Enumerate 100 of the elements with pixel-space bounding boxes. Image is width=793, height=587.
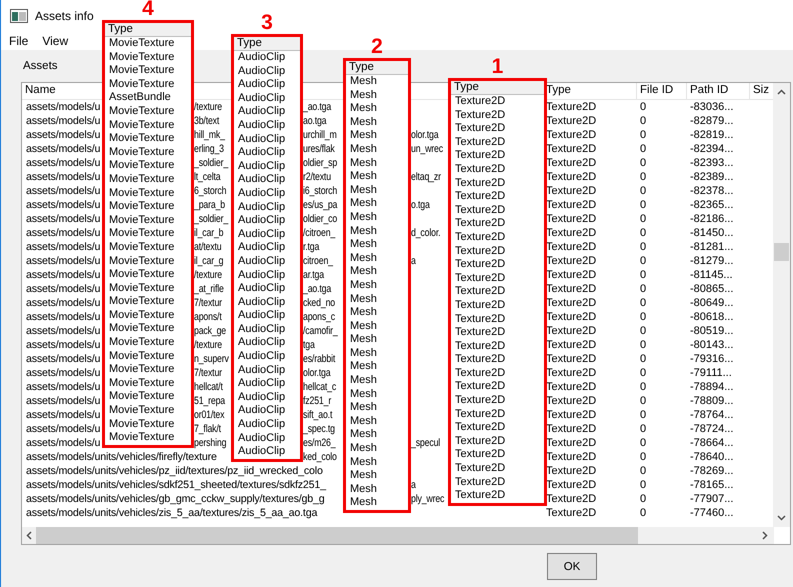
table-cell: urchill_m: [303, 128, 337, 142]
table-cell: Texture2D: [546, 101, 596, 113]
table-cell-text: Mesh: [349, 224, 378, 238]
table-cell-text: Texture2D: [454, 298, 506, 312]
ok-button[interactable]: OK: [547, 553, 597, 580]
table-cell-text: AudioClip: [237, 64, 286, 78]
chevron-left-icon: [26, 531, 32, 540]
table-cell: -82879...: [690, 115, 734, 127]
table-cell: 0: [640, 381, 646, 393]
table-cell: assets/models/u: [26, 128, 100, 142]
table-cell: Texture2D: [546, 423, 596, 435]
table-cell-text: AudioClip: [237, 364, 286, 378]
table-cell-text: Mesh: [349, 333, 378, 347]
table-cell: 7/textur: [194, 296, 222, 310]
table-cell-text: Mesh: [349, 442, 378, 456]
table-cell: Texture2D: [546, 143, 596, 155]
chevron-right-icon: [762, 531, 768, 540]
table-cell-text: MovieTexture: [108, 64, 176, 78]
table-cell: 0: [640, 465, 646, 477]
table-cell: 0: [640, 241, 646, 253]
column-header[interactable]: Siz: [753, 84, 769, 96]
table-cell-text: Texture2D: [454, 489, 506, 503]
table-cell-text: AudioClip: [237, 92, 286, 106]
table-cell-text: Texture2D: [454, 462, 506, 476]
table-cell-text: Texture2D: [454, 366, 506, 380]
menu-item[interactable]: View: [42, 34, 68, 48]
scroll-thumb[interactable]: [774, 243, 790, 261]
table-cell: hill_mk_: [194, 128, 225, 142]
table-cell: assets/models/units/vehicles/sdkf251_sheeted/textures/sdkfz251_: [26, 478, 326, 492]
table-cell-text: Texture2D: [454, 108, 506, 122]
table-cell: ar.tga: [303, 268, 324, 282]
table-cell: ures/flak: [303, 142, 335, 156]
table-cell: Texture2D: [546, 115, 596, 127]
table-cell: 0: [640, 143, 646, 155]
table-cell: assets/models/u: [26, 338, 100, 352]
table-cell-text: AudioClip: [237, 146, 286, 160]
table-cell: -80519...: [690, 325, 734, 337]
column-header[interactable]: Type: [546, 84, 571, 96]
table-cell: Texture2D: [546, 451, 596, 463]
table-cell: or01/tex: [194, 408, 224, 422]
callout-number: 2: [371, 36, 383, 58]
table-cell: -81281...: [690, 241, 734, 253]
column-header[interactable]: Name: [25, 84, 56, 96]
table-cell-text: AudioClip: [237, 105, 286, 119]
table-cell: hellcat/t: [194, 380, 223, 394]
chevron-down-icon: [777, 515, 786, 521]
table-cell: Texture2D: [546, 297, 596, 309]
table-cell-text: Mesh: [349, 210, 378, 225]
table-cell: sift_ao.t: [303, 408, 332, 422]
table-cell: 0: [640, 129, 646, 141]
table-cell: un_wrec: [411, 142, 443, 156]
table-cell: Texture2D: [546, 325, 596, 337]
table-cell: 0: [640, 437, 646, 449]
table-cell-text: Texture2D: [454, 122, 506, 136]
column-header[interactable]: File ID: [640, 84, 674, 96]
table-cell: assets/models/u: [26, 268, 100, 282]
table-cell-text: AudioClip: [237, 390, 286, 404]
vertical-scrollbar[interactable]: [773, 83, 790, 527]
column-header[interactable]: Path ID: [690, 84, 728, 96]
table-cell: 0: [640, 353, 646, 365]
table-cell: /texture: [194, 338, 222, 352]
table-cell: assets/models/u: [26, 198, 100, 212]
table-cell-text: Mesh: [349, 482, 378, 496]
table-cell: 0: [640, 493, 646, 505]
table-cell: 0: [640, 213, 646, 225]
table-cell-text: Mesh: [349, 401, 378, 415]
table-cell-text: AudioClip: [237, 309, 286, 323]
table-cell: 0: [640, 283, 646, 295]
table-cell-text: MovieTexture: [108, 336, 176, 350]
table-cell: assets/models/u: [26, 226, 100, 240]
table-cell: 0: [640, 255, 646, 267]
table-cell: Texture2D: [546, 185, 596, 197]
table-cell: il_car_b: [194, 226, 224, 240]
table-cell-text: Texture2D: [454, 190, 506, 204]
table-cell-text: Texture2D: [454, 285, 506, 299]
table-cell-text: AudioClip: [237, 200, 286, 214]
table-cell: o.tga: [411, 198, 430, 212]
scroll-thumb[interactable]: [36, 527, 638, 544]
callout-number: 1: [492, 56, 504, 78]
table-cell-text: MovieTexture: [108, 146, 176, 160]
table-cell-text: Mesh: [349, 142, 378, 157]
table-cell-text: Mesh: [349, 388, 378, 402]
menu-item[interactable]: File: [9, 34, 28, 48]
table-cell: assets/models/u: [26, 324, 100, 338]
table-cell: 0: [640, 171, 646, 183]
table-cell: cked_no: [303, 296, 335, 310]
table-cell: assets/models/u: [26, 380, 100, 394]
table-cell: -80143...: [690, 339, 734, 351]
table-cell: -77907...: [690, 493, 734, 505]
horizontal-scrollbar[interactable]: [22, 527, 774, 544]
table-cell: -79316...: [690, 353, 734, 365]
table-cell-text: Texture2D: [454, 149, 506, 163]
table-cell: d_color.: [411, 226, 440, 240]
table-cell-text: Mesh: [349, 170, 378, 184]
table-cell: assets/models/u: [26, 408, 100, 422]
table-cell: -78165...: [690, 479, 734, 491]
table-cell-text: AssetBundle: [108, 91, 172, 105]
table-cell: assets/models/u: [26, 170, 100, 184]
table-cell-text: MovieTexture: [108, 132, 176, 146]
table-cell: es/rabbit: [303, 352, 336, 366]
